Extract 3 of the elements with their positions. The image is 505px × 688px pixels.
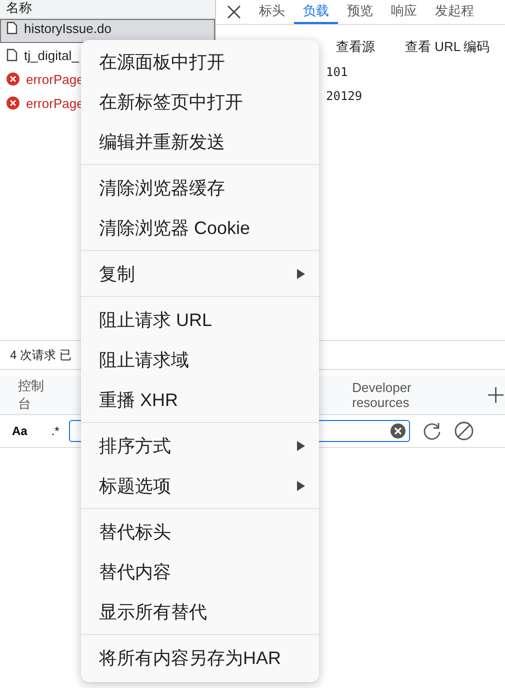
payload-value: 20129 [326, 89, 362, 105]
payload-value: 101 [326, 65, 348, 81]
column-header: 名称 [0, 0, 215, 19]
